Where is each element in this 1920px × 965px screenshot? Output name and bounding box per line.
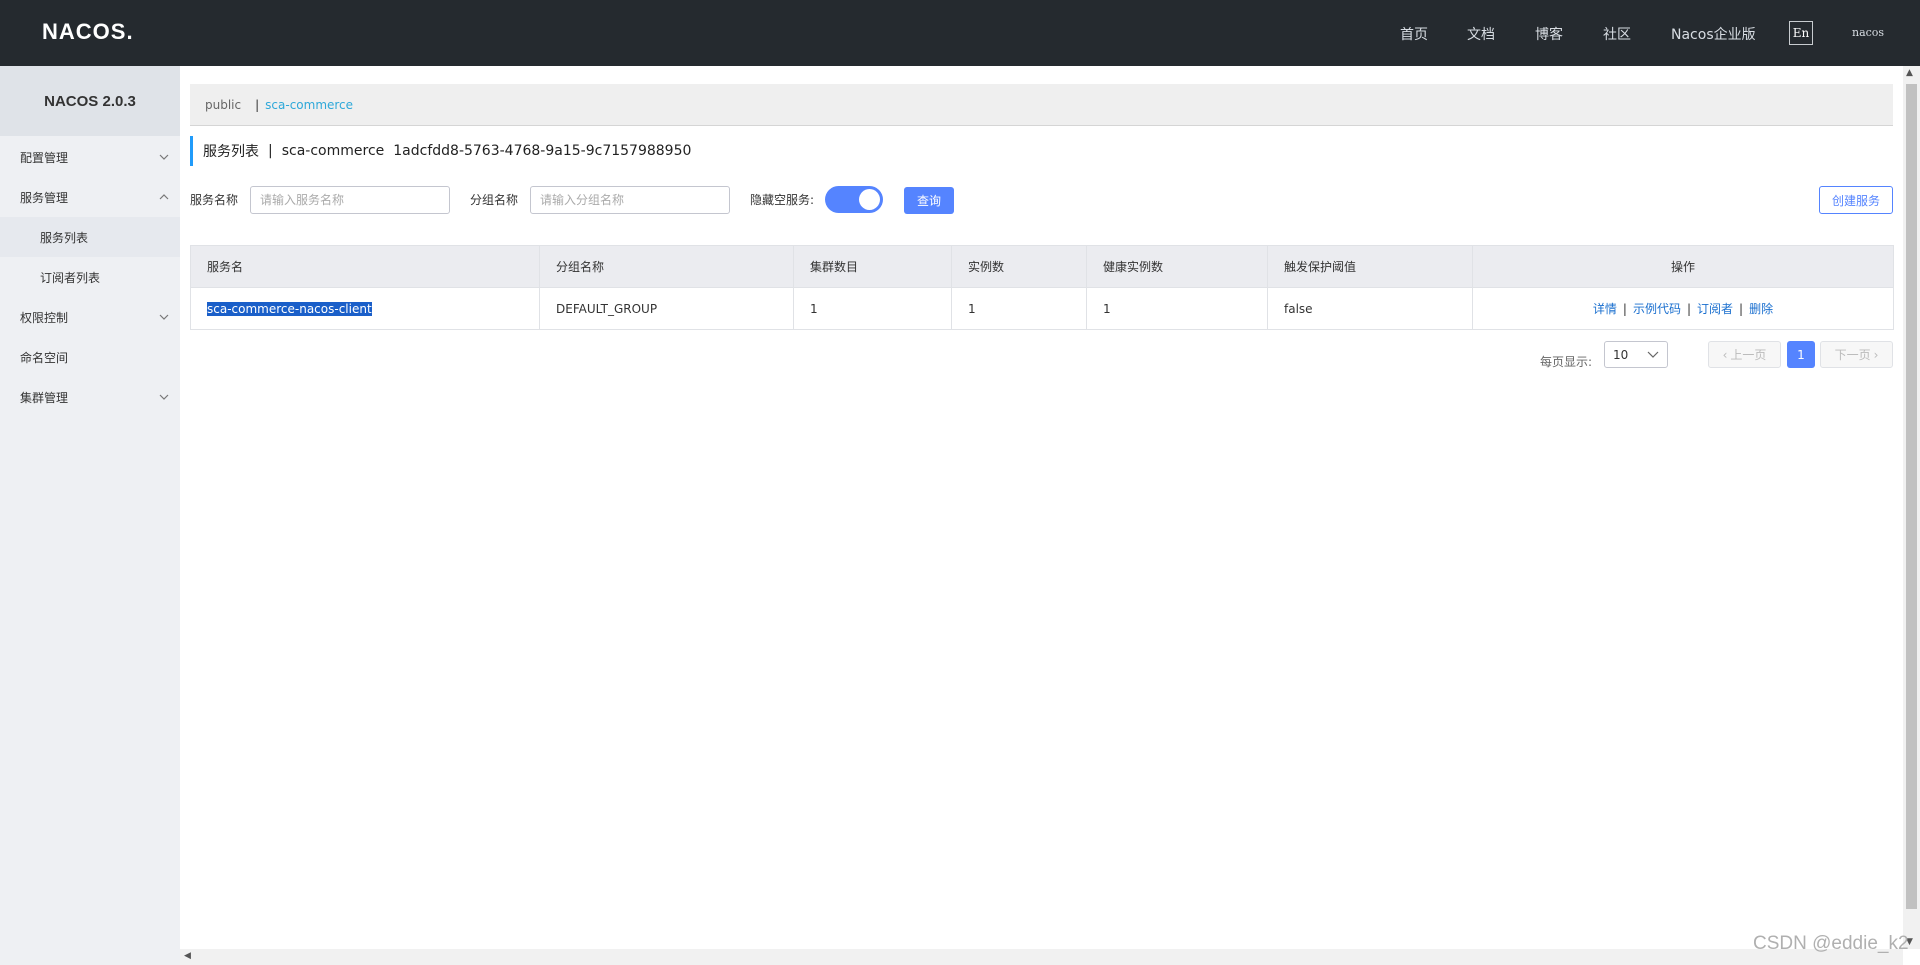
watermark: CSDN @eddie_k2 [1753, 933, 1909, 954]
cell-healthy-instances: 1 [1086, 287, 1268, 330]
cell-instance-count: 1 [951, 287, 1087, 330]
chevron-down-icon [1647, 346, 1659, 367]
chevron-down-icon [158, 311, 170, 323]
sidebar-item-label: 集群管理 [20, 390, 69, 405]
nav-home[interactable]: 首页 [1400, 24, 1428, 44]
sidebar: NACOS 2.0.3 配置管理 服务管理 服务列表 订阅者列表 权限控制 命名… [0, 66, 180, 965]
subscribers-link[interactable]: 订阅者 [1697, 302, 1733, 316]
horizontal-scrollbar[interactable] [180, 949, 1903, 965]
namespace-bar: public | sca-commerce [190, 84, 1893, 126]
chevron-down-icon [158, 151, 170, 163]
cell-protect-threshold: false [1267, 287, 1473, 330]
service-name-input[interactable] [250, 186, 450, 214]
query-button[interactable]: 查询 [904, 187, 954, 214]
cell-group-name: DEFAULT_GROUP [539, 287, 794, 330]
chevron-left-icon: ‹ [1722, 347, 1728, 362]
column-header-protect-threshold: 触发保护阈值 [1267, 245, 1473, 288]
page-title-namespace: sca-commerce [281, 143, 385, 159]
next-page-label: 下一页 [1834, 348, 1871, 362]
per-page-select[interactable]: 10 [1604, 341, 1668, 368]
sidebar-item-label: 订阅者列表 [40, 270, 101, 285]
service-name-text: sca-commerce-nacos-client [207, 301, 372, 316]
logo-text: NACOS. [42, 19, 134, 44]
service-name-label: 服务名称 [190, 193, 239, 207]
scroll-left-arrow-icon[interactable]: ◀ [184, 951, 191, 961]
details-link[interactable]: 详情 [1593, 302, 1617, 316]
delete-link[interactable]: 删除 [1749, 302, 1773, 316]
sidebar-item-namespace[interactable]: 命名空间 [0, 337, 180, 377]
column-header-healthy-instances: 健康实例数 [1086, 245, 1268, 288]
namespace-public-link[interactable]: public [205, 98, 241, 112]
create-service-button[interactable]: 创建服务 [1819, 186, 1893, 214]
page-1-button[interactable]: 1 [1787, 341, 1815, 368]
sidebar-item-label: 服务列表 [40, 230, 89, 245]
column-header-service-name: 服务名 [190, 245, 540, 288]
sidebar-title: NACOS 2.0.3 [0, 66, 180, 136]
column-header-cluster-count: 集群数目 [793, 245, 952, 288]
sidebar-item-config-management[interactable]: 配置管理 [0, 137, 180, 177]
cell-operations: 详情 | 示例代码 | 订阅者 | 删除 [1472, 287, 1894, 330]
nav-blog[interactable]: 博客 [1535, 24, 1563, 44]
language-toggle-button[interactable]: En [1789, 21, 1813, 45]
table-header-row: 服务名 分组名称 集群数目 实例数 健康实例数 触发保护阈值 操作 [190, 245, 1894, 288]
chevron-down-icon [158, 391, 170, 403]
sidebar-item-cluster-management[interactable]: 集群管理 [0, 377, 180, 417]
column-header-operations: 操作 [1472, 245, 1894, 288]
page-title-separator: | [268, 143, 273, 159]
prev-page-button[interactable]: ‹ 上一页 [1708, 341, 1781, 368]
op-separator: | [1622, 302, 1627, 316]
sidebar-item-label: 服务管理 [20, 190, 69, 205]
toggle-knob [859, 189, 880, 210]
sidebar-item-service-management[interactable]: 服务管理 [0, 177, 180, 217]
group-name-label: 分组名称 [470, 193, 519, 207]
sidebar-item-subscriber-list[interactable]: 订阅者列表 [0, 257, 180, 297]
hide-empty-services-label: 隐藏空服务: [750, 193, 815, 207]
chevron-right-icon: › [1873, 347, 1879, 362]
nacos-logo[interactable]: NACOS. [42, 19, 134, 44]
top-header: NACOS. 首页 文档 博客 社区 Nacos企业版 En nacos [0, 0, 1920, 66]
main-content: public | sca-commerce 服务列表 | sca-commerc… [180, 66, 1894, 949]
page-title: 服务列表 | sca-commerce 1adcfdd8-5763-4768-9… [190, 136, 691, 166]
sample-code-link[interactable]: 示例代码 [1633, 302, 1681, 316]
page-title-text: 服务列表 [203, 144, 259, 160]
column-header-group-name: 分组名称 [539, 245, 794, 288]
sidebar-item-label: 配置管理 [20, 150, 69, 165]
page-title-namespace-id: 1adcfdd8-5763-4768-9a15-9c7157988950 [393, 143, 692, 159]
scroll-up-arrow-icon[interactable]: ▲ [1906, 68, 1913, 78]
cell-service-name[interactable]: sca-commerce-nacos-client [190, 287, 540, 330]
per-page-value: 10 [1613, 347, 1629, 362]
column-header-instance-count: 实例数 [951, 245, 1087, 288]
sidebar-item-access-control[interactable]: 权限控制 [0, 297, 180, 337]
per-page-label: 每页显示: [1540, 355, 1593, 369]
op-separator: | [1686, 302, 1692, 316]
next-page-button[interactable]: 下一页 › [1820, 341, 1893, 368]
nav-enterprise[interactable]: Nacos企业版 [1671, 24, 1756, 44]
op-separator: | [1739, 302, 1744, 316]
table-row: sca-commerce-nacos-client DEFAULT_GROUP … [190, 287, 1894, 330]
chevron-up-icon [158, 191, 170, 203]
sidebar-item-service-list[interactable]: 服务列表 [0, 217, 180, 257]
sidebar-item-label: 命名空间 [20, 350, 69, 365]
namespace-separator: | [255, 97, 260, 112]
group-name-input[interactable] [530, 186, 730, 214]
sidebar-item-label: 权限控制 [20, 310, 69, 325]
nav-community[interactable]: 社区 [1603, 24, 1631, 44]
nav-docs[interactable]: 文档 [1467, 24, 1495, 44]
hide-empty-services-toggle[interactable] [825, 186, 883, 213]
prev-page-label: 上一页 [1730, 348, 1767, 362]
vertical-scrollbar-thumb[interactable] [1906, 84, 1917, 909]
cell-cluster-count: 1 [793, 287, 952, 330]
user-name[interactable]: nacos [1852, 26, 1884, 39]
service-table: 服务名 分组名称 集群数目 实例数 健康实例数 触发保护阈值 操作 sca-co… [190, 245, 1894, 330]
namespace-active-link[interactable]: sca-commerce [265, 98, 353, 112]
